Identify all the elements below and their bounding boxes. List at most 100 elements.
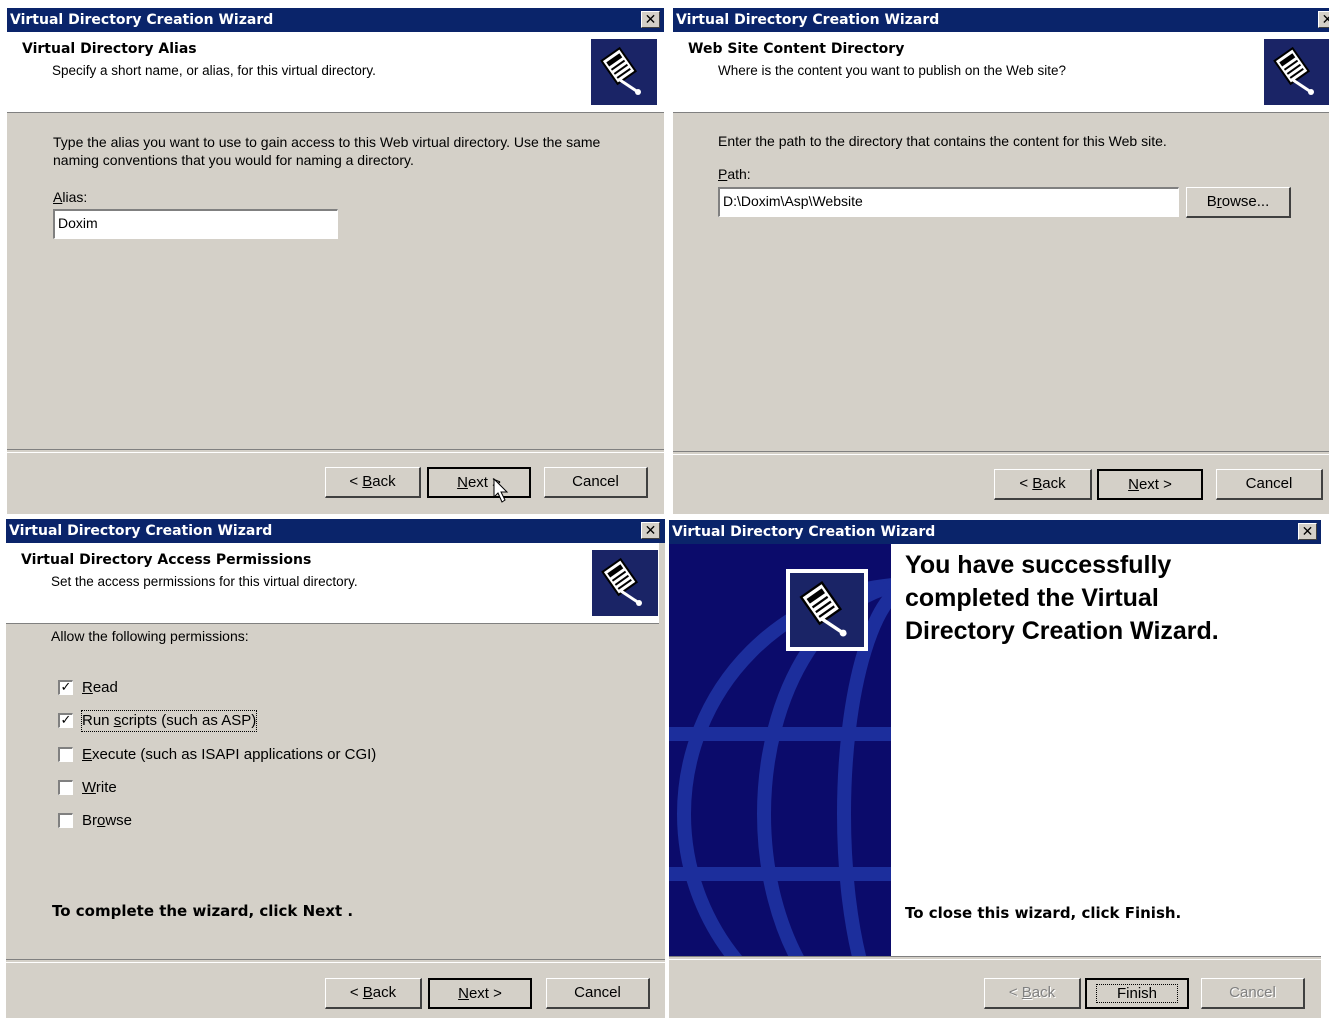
back-button-accesskey: B <box>362 473 373 490</box>
next-button[interactable]: Next > <box>428 978 532 1009</box>
button-bar-separator <box>6 959 665 963</box>
header-subtitle: Set the access permissions for this virt… <box>51 574 358 589</box>
back-button-accesskey: B <box>362 984 373 1001</box>
window-title: Virtual Directory Creation Wizard <box>672 524 936 540</box>
label-text: wse <box>105 812 133 829</box>
back-button[interactable]: < Back <box>994 469 1092 500</box>
back-button-label: ack <box>1042 475 1066 492</box>
permissions-wizard-dialog: Virtual Directory Creation Wizard ✕ Virt… <box>6 519 665 1018</box>
wizard-header: Web Site Content Directory Where is the … <box>673 32 1329 113</box>
next-button-label: ext > <box>468 985 502 1002</box>
checkbox-label: Execute (such as ISAPI applications or C… <box>82 745 376 765</box>
window-title: Virtual Directory Creation Wizard <box>676 12 940 28</box>
cancel-button[interactable]: Cancel <box>1216 469 1323 500</box>
book-stack-icon <box>1264 39 1329 105</box>
book-stack-icon <box>786 569 868 651</box>
alias-wizard-dialog: Virtual Directory Creation Wizard ✕ Virt… <box>7 8 664 514</box>
content-directory-wizard-dialog: Virtual Directory Creation Wizard ✕ Web … <box>673 8 1329 514</box>
label-accesskey: R <box>82 679 93 696</box>
checkbox-box[interactable] <box>58 813 73 828</box>
label-prefix: Run <box>82 712 114 729</box>
label-prefix: Br <box>82 812 97 829</box>
logo-inner <box>790 573 864 647</box>
title-bar: Virtual Directory Creation Wizard ✕ <box>6 519 665 543</box>
header-subtitle: Specify a short name, or alias, for this… <box>52 63 376 78</box>
alias-label-accesskey: A <box>53 189 63 205</box>
checkbox-label: Run scripts (such as ASP) <box>80 710 258 732</box>
arrow-cursor-icon <box>493 478 509 503</box>
close-icon[interactable]: ✕ <box>1318 11 1329 28</box>
instructions-text: Enter the path to the directory that con… <box>718 133 1167 149</box>
complete-instruction: To complete the wizard, click Next . <box>52 902 354 920</box>
label-text: xecute (such as ISAPI applications or CG… <box>92 746 377 763</box>
book-stack-icon-graphic <box>601 557 642 606</box>
back-button-accesskey: B <box>1032 475 1043 492</box>
back-button-prefix: < <box>349 984 363 1001</box>
instructions-text: Type the alias you want to use to gain a… <box>53 134 601 168</box>
success-message: You have successfully completed the Virt… <box>905 551 1219 645</box>
browse-button[interactable]: Browse... <box>1186 187 1291 218</box>
book-stack-icon <box>591 39 657 105</box>
finish-wizard-dialog: Virtual Directory Creation Wizard ✕ You … <box>669 520 1321 1018</box>
header-title: Virtual Directory Alias <box>22 41 197 57</box>
back-button-label: ack <box>372 984 397 1001</box>
back-button-prefix: < <box>1008 984 1022 1001</box>
next-button-accesskey: N <box>457 474 468 491</box>
back-button[interactable]: < Back <box>325 978 422 1009</box>
finish-button-label: Finish <box>1095 984 1179 1003</box>
back-button[interactable]: < Back <box>984 978 1081 1009</box>
close-icon[interactable]: ✕ <box>1298 523 1317 540</box>
path-input[interactable]: D:\Doxim\Asp\Website <box>718 187 1179 217</box>
window-title: Virtual Directory Creation Wizard <box>10 12 274 28</box>
close-icon[interactable]: ✕ <box>641 11 660 28</box>
label-accesskey: W <box>82 779 96 796</box>
browse-button-prefix: B <box>1206 193 1217 210</box>
checkbox-box[interactable]: ✓ <box>58 713 73 728</box>
back-button-prefix: < <box>1019 475 1033 492</box>
close-icon[interactable]: ✕ <box>641 522 660 539</box>
button-bar-separator <box>673 451 1329 455</box>
close-instruction: To close this wizard, click Finish. <box>905 904 1182 922</box>
back-button-label: ack <box>372 473 396 490</box>
cancel-button[interactable]: Cancel <box>546 978 650 1009</box>
path-label-accesskey: P <box>718 166 728 182</box>
label-accesskey: E <box>82 746 93 763</box>
header-title: Web Site Content Directory <box>688 41 905 57</box>
title-bar: Virtual Directory Creation Wizard ✕ <box>669 520 1321 544</box>
label-text: rite <box>95 779 117 796</box>
back-button-prefix: < <box>349 473 363 490</box>
next-button-accesskey: N <box>458 985 469 1002</box>
button-bar-separator <box>669 956 1321 960</box>
button-bar-separator <box>7 449 664 453</box>
next-button-label: ext > <box>1138 476 1172 493</box>
book-stack-icon-graphic <box>799 580 847 637</box>
wizard-header: Virtual Directory Access Permissions Set… <box>6 543 659 624</box>
cancel-button[interactable]: Cancel <box>544 467 648 498</box>
next-button-accesskey: N <box>1128 476 1139 493</box>
next-button[interactable]: Next > <box>427 467 531 498</box>
welcome-side-panel <box>669 544 891 956</box>
checkbox-box[interactable]: ✓ <box>58 680 73 695</box>
cancel-button[interactable]: Cancel <box>1201 978 1305 1009</box>
back-button-label: ack <box>1031 984 1056 1001</box>
title-bar: Virtual Directory Creation Wizard ✕ <box>673 8 1329 32</box>
checkbox-label: Write <box>82 778 117 798</box>
checkbox-box[interactable] <box>58 747 73 762</box>
alias-label-text: lias: <box>62 189 88 205</box>
header-subtitle: Where is the content you want to publish… <box>718 63 1066 78</box>
finish-button[interactable]: Finish <box>1085 978 1189 1009</box>
alias-input[interactable]: Doxim <box>53 209 338 239</box>
book-stack-icon-graphic <box>1273 46 1314 95</box>
label-text: cripts (such as ASP) <box>121 712 257 729</box>
finish-content-panel: You have successfully completed the Virt… <box>891 544 1321 956</box>
wizard-header: Virtual Directory Alias Specify a short … <box>7 32 664 113</box>
header-title: Virtual Directory Access Permissions <box>21 552 312 568</box>
label-text: ead <box>92 679 118 696</box>
path-label: Path: <box>718 166 751 182</box>
checkbox-box[interactable] <box>58 780 73 795</box>
back-button[interactable]: < Back <box>325 467 421 498</box>
allow-permissions-label: Allow the following permissions: <box>51 628 249 644</box>
next-button[interactable]: Next > <box>1097 469 1203 500</box>
window-title: Virtual Directory Creation Wizard <box>9 523 273 539</box>
browse-button-label: owse... <box>1221 193 1270 210</box>
